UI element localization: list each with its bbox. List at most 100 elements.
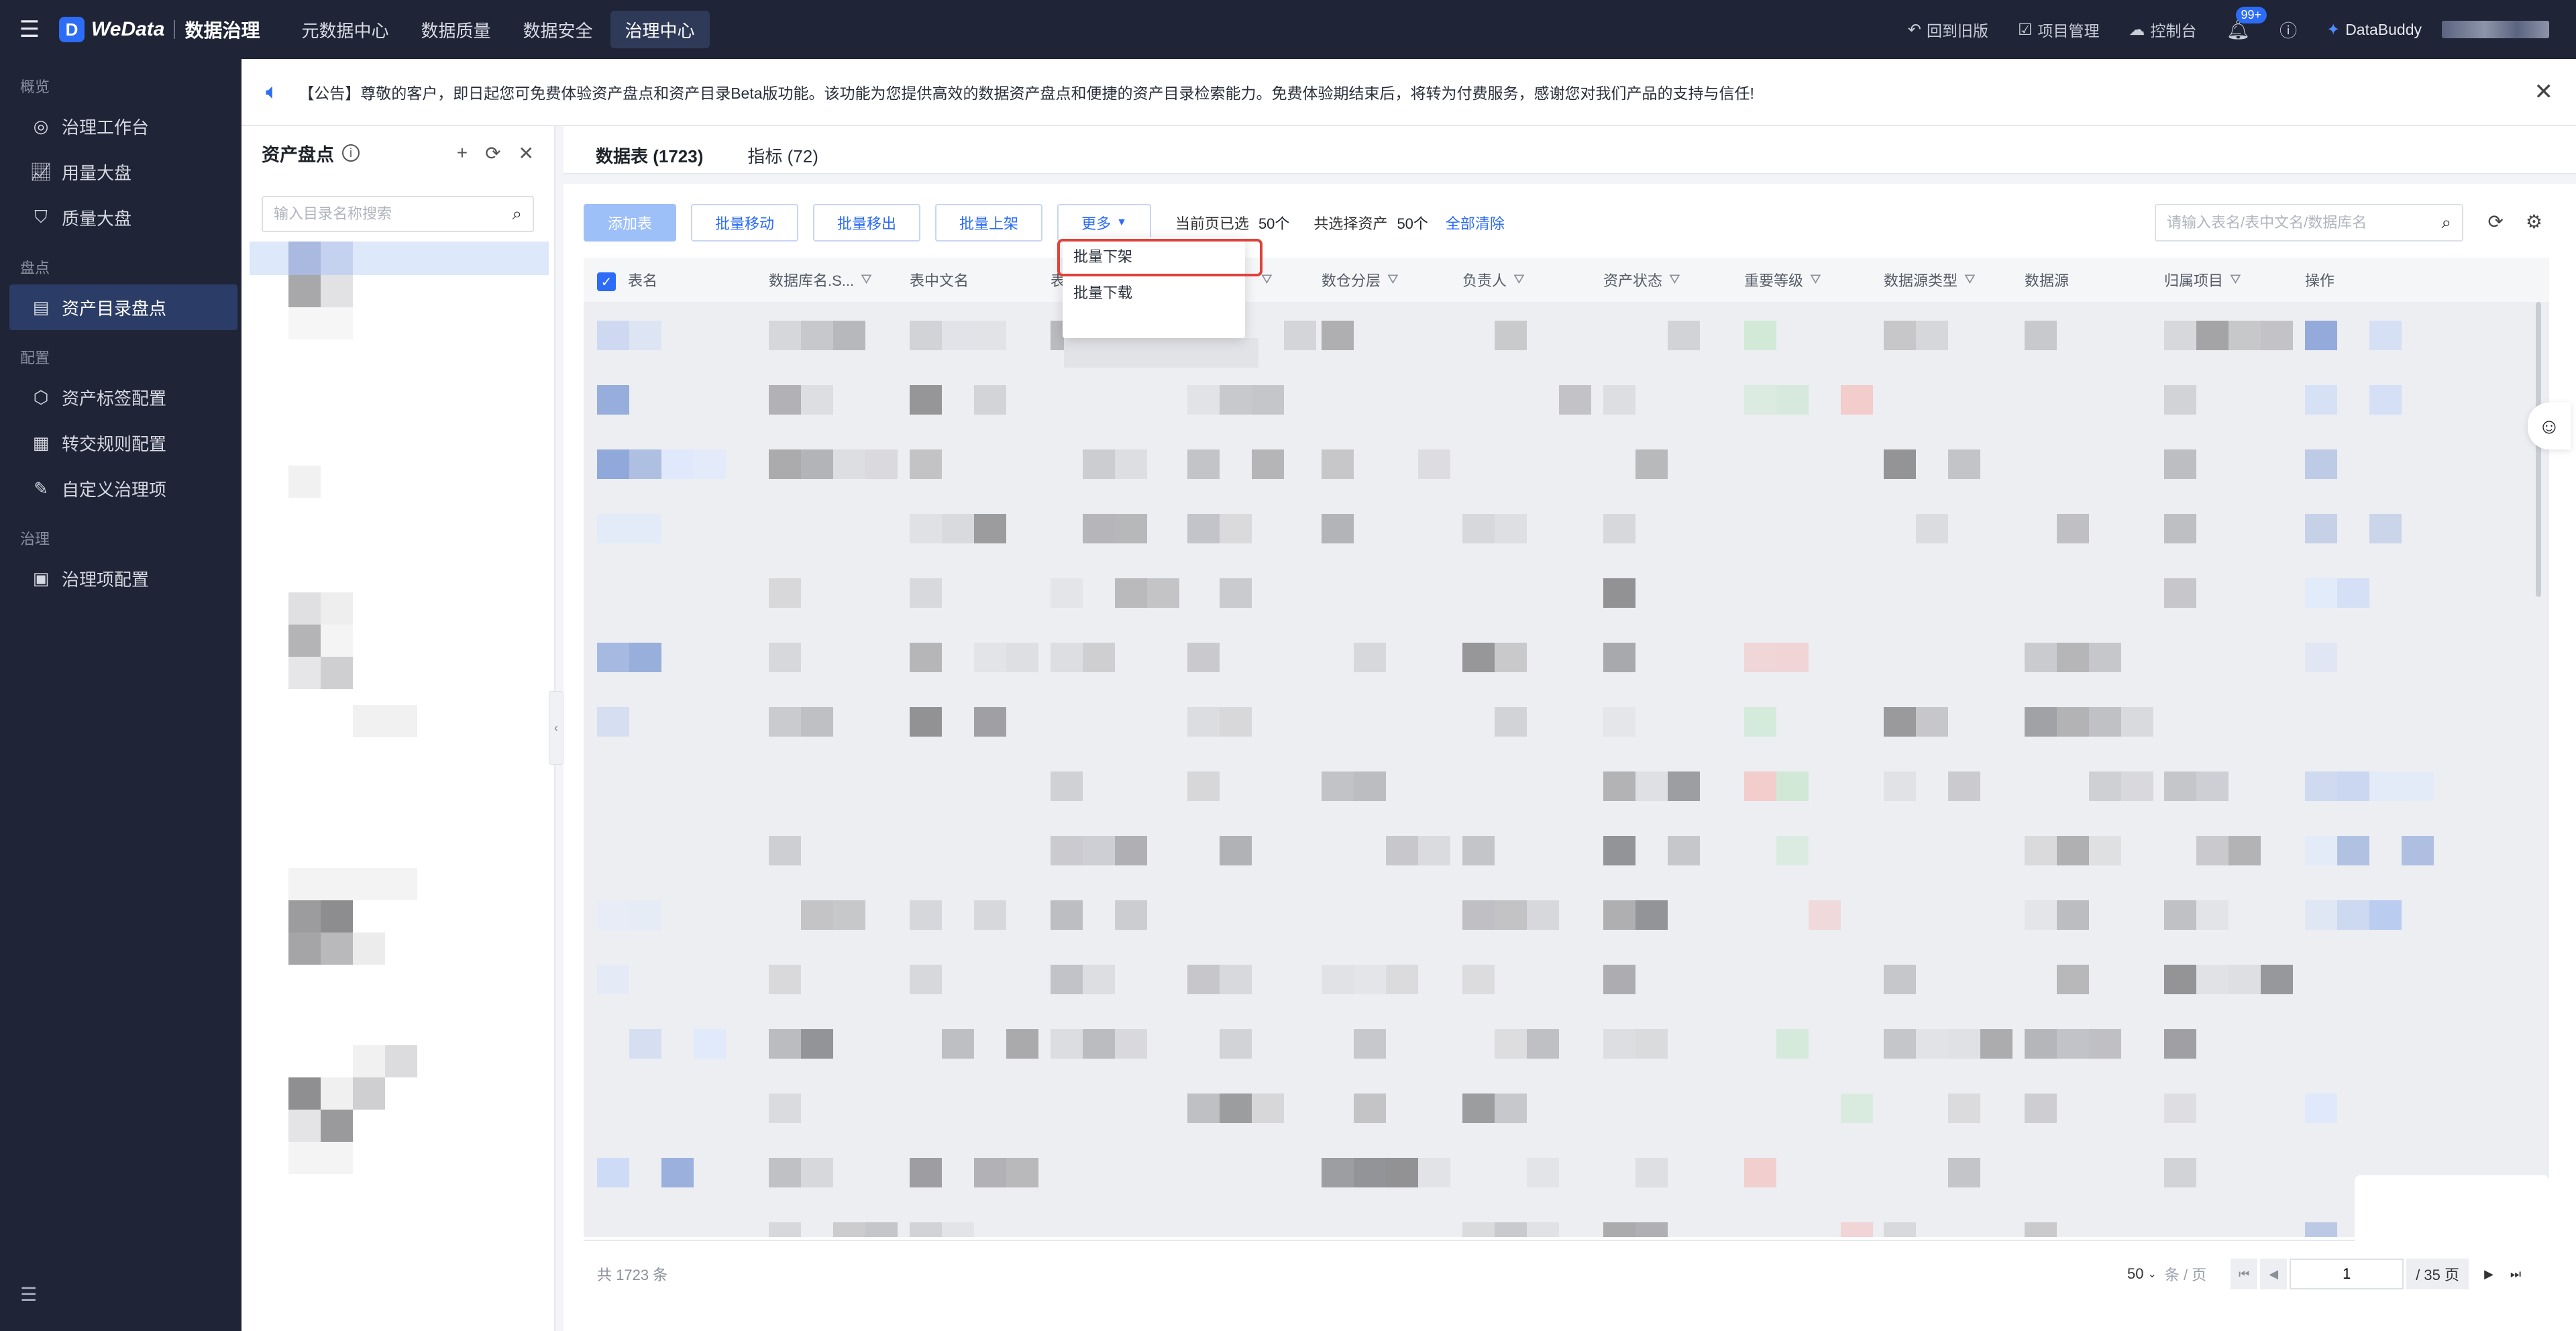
settings-gear-icon[interactable]: ⚙ [2526,211,2542,233]
table-row[interactable] [584,560,2549,624]
table-row[interactable] [584,302,2549,366]
sidebar-item-governance-item-config[interactable]: ▣ 治理项配置 [9,555,237,601]
sidebar-item-asset-catalog-inventory[interactable]: ▤ 资产目录盘点 [9,284,237,330]
page-number-input[interactable] [2296,1265,2398,1283]
tree-node-blurred[interactable] [288,242,321,275]
table-row[interactable] [584,946,2549,1010]
sidebar-item-quality-dashboard[interactable]: ⛉ 质量大盘 [9,195,237,240]
col-database-name[interactable]: 数据库名.S... ⛛ [769,258,872,302]
table-row[interactable] [584,1139,2549,1204]
brand[interactable]: D WeData 数据治理 [59,16,260,43]
filter-icon[interactable]: ⛛ [1387,272,1399,288]
col-table-chinese-name[interactable]: 表中文名 [910,258,969,302]
nav-data-security[interactable]: 数据安全 [508,11,608,48]
table-search-field[interactable]: ⌕ [2155,204,2463,242]
table-row[interactable] [584,366,2549,431]
info-icon[interactable]: i [342,144,360,162]
table-row[interactable] [584,1204,2549,1237]
tree-node-blurred[interactable] [321,657,353,689]
select-all-checkbox[interactable]: ✓ [597,272,616,291]
console-link[interactable]: ☁ 控制台 [2129,18,2197,41]
search-icon[interactable]: ⌕ [2441,212,2451,233]
nav-governance-center[interactable]: 治理中心 [610,11,710,48]
project-management-link[interactable]: ☑ 项目管理 [2018,18,2100,41]
prev-page-icon[interactable]: ◀ [2260,1259,2288,1289]
tree-node-blurred[interactable] [321,900,353,933]
filter-icon[interactable]: ⛛ [2230,272,2241,288]
add-table-button[interactable]: 添加表 [584,204,677,242]
col-warehouse-layer[interactable]: 数仓分层 ⛛ [1322,258,1399,302]
filter-icon[interactable]: ⛛ [1513,272,1525,288]
databuddy-link[interactable]: ✦ DataBuddy [2326,20,2422,40]
tree-node-blurred[interactable] [321,1077,353,1110]
panel-collapse-handle[interactable]: ‹ [549,691,564,765]
sidebar-item-usage-dashboard[interactable]: 📈︎ 用量大盘 [9,149,237,195]
table-row[interactable] [584,882,2549,946]
add-icon[interactable]: + [457,142,468,164]
sidebar-item-transfer-rule-config[interactable]: ▦ 转交规则配置 [9,420,237,466]
col-datasource[interactable]: 数据源 [2025,258,2069,302]
tree-node-blurred[interactable] [321,275,353,307]
tree-node-blurred[interactable] [288,868,417,900]
filter-icon[interactable]: ⛛ [861,272,872,288]
table-row[interactable] [584,495,2549,560]
collapse-all-icon[interactable]: ✕ [519,142,534,164]
col-actions[interactable]: 操作 [2305,258,2334,302]
tree-node-blurred[interactable] [288,657,321,689]
assistant-avatar-icon[interactable]: ☺ [2528,403,2571,449]
tree-node-blurred[interactable] [288,1110,321,1142]
sidebar-collapse-icon[interactable]: ☰ [20,1283,37,1306]
help-icon[interactable]: ⓘ [2279,17,2297,42]
tree-node-blurred[interactable] [353,705,417,737]
table-row[interactable] [584,753,2549,817]
last-page-icon[interactable]: ⏭ [2502,1259,2529,1289]
tree-node-blurred[interactable] [353,1045,385,1077]
filter-icon[interactable]: ⛛ [1261,272,1273,288]
batch-remove-button[interactable]: 批量移出 [813,204,921,242]
tree-node-blurred[interactable] [321,592,353,625]
sidebar-item-governance-workbench[interactable]: ◎ 治理工作台 [9,103,237,149]
clear-all-link[interactable]: 全部清除 [1446,212,1505,233]
tree-node-blurred[interactable] [353,1077,385,1110]
col-owner[interactable]: 负责人 ⛛ [1462,258,1525,302]
table-row[interactable] [584,688,2549,753]
tree-node-blurred[interactable] [321,1110,353,1142]
filter-icon[interactable]: ⛛ [1810,272,1821,288]
batch-publish-button[interactable]: 批量上架 [935,204,1043,242]
tree-node-blurred[interactable] [288,307,353,339]
table-row[interactable] [584,431,2549,495]
tree-search-input[interactable] [274,205,513,223]
back-old-version-link[interactable]: ↶ 回到旧版 [1908,18,1988,41]
refresh-icon[interactable]: ⟳ [2488,211,2504,233]
tree-node-blurred[interactable] [288,1077,321,1110]
filter-icon[interactable]: ⛛ [1669,272,1680,288]
col-project[interactable]: 归属项目 ⛛ [2164,258,2241,302]
nav-metadata-center[interactable]: 元数据中心 [287,11,404,48]
table-search-input[interactable] [2167,214,2442,231]
tree-node-blurred[interactable] [385,1045,417,1077]
close-icon[interactable]: ✕ [2534,78,2554,105]
table-row[interactable] [584,1010,2549,1075]
table-row[interactable] [584,1075,2549,1139]
search-icon[interactable]: ⌕ [512,203,522,225]
tree-node-blurred[interactable] [321,933,353,965]
tree-node-blurred[interactable] [288,275,321,307]
col-datasource-type[interactable]: 数据源类型 ⛛ [1884,258,1976,302]
tree-node-blurred[interactable] [288,1142,353,1174]
refresh-icon[interactable]: ⟳ [485,142,500,164]
user-account-avatar[interactable] [2442,21,2549,38]
tree-node-blurred[interactable] [321,242,353,275]
next-page-icon[interactable]: ▶ [2475,1259,2502,1289]
col-importance-level[interactable]: 重要等级 ⛛ [1744,258,1821,302]
col-table-name[interactable]: 表名 [628,258,657,302]
tree-node-blurred[interactable] [288,625,321,657]
menu-item-batch-download[interactable]: 批量下载 [1063,274,1245,310]
tree-node-blurred[interactable] [288,900,321,933]
first-page-icon[interactable]: ⏮ [2231,1259,2258,1289]
tree-node-blurred[interactable] [353,933,385,965]
tree-node-blurred[interactable] [288,466,321,498]
tree-node-blurred[interactable] [321,625,353,657]
tree-node-blurred[interactable] [288,933,321,965]
table-row[interactable] [584,817,2549,882]
tree-search-field[interactable]: ⌕ [262,196,534,232]
